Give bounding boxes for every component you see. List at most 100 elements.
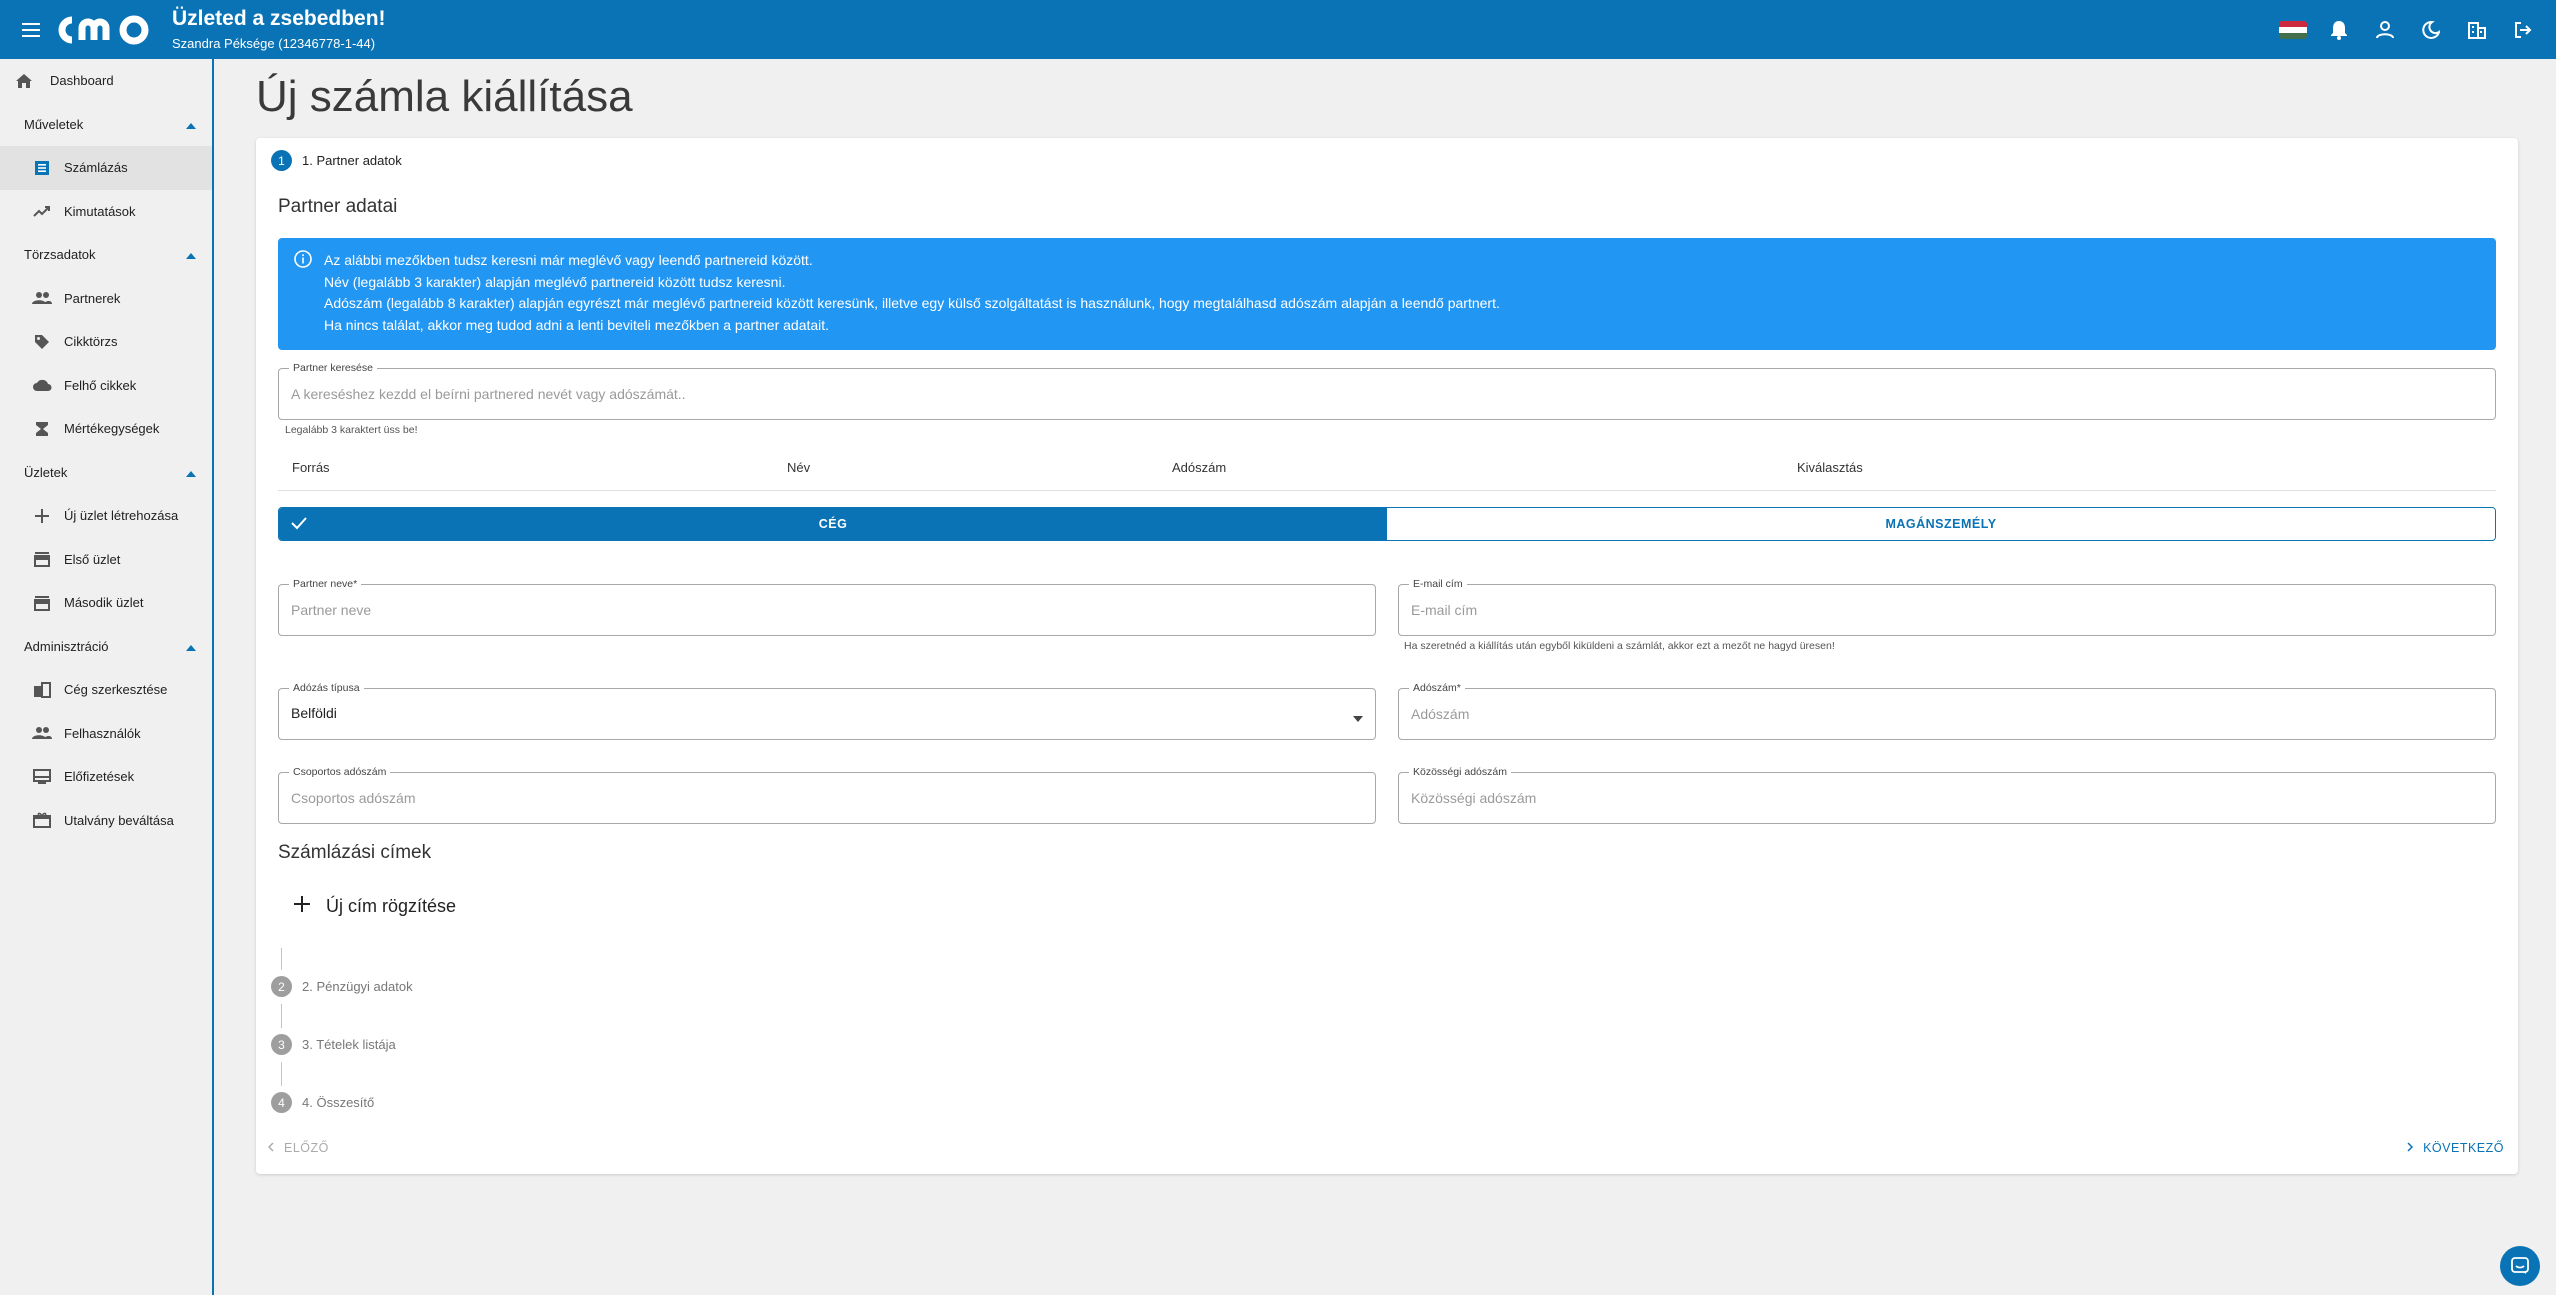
logout-icon[interactable] [2500,7,2546,53]
partner-search-input[interactable] [291,369,2483,419]
toggle-private-button[interactable]: MAGÁNSZEMÉLY [1387,508,2495,540]
group-tax-field[interactable]: Csoportos adószám [278,765,1376,824]
sidebar-item-label: Cikktörzs [64,334,118,350]
step-1[interactable]: 1 1. Partner adatok [271,150,402,171]
info-alert: Az alábbi mezőkben tudsz keresni már meg… [278,238,2496,350]
list-icon [32,158,52,178]
sidebar-item-partnerek[interactable]: Partnerek [0,277,212,321]
search-hint: Legalább 3 karaktert üss be! [285,424,418,436]
user-icon[interactable] [2362,7,2408,53]
sidebar-item-label: Cég szerkesztése [64,682,168,698]
plus-icon [32,506,52,526]
sidebar-item-utalvany[interactable]: Utalvány beváltása [0,799,212,843]
dropdown-arrow-icon [1353,709,1363,727]
sidebar-item-felho-cikkek[interactable]: Felhő cikkek [0,364,212,408]
field-label: Adózás típusa [289,681,364,695]
previous-button[interactable]: ELŐZŐ [267,1141,329,1155]
sidebar-item-label: Előfizetések [64,769,135,785]
sidebar-item-kimutatasok[interactable]: Kimutatások [0,190,212,234]
sidebar-section-torzsadatok[interactable]: Törzsadatok [0,233,212,277]
page-title: Új számla kiállítása [256,72,633,121]
partner-name-input[interactable] [291,585,1363,635]
step-label: 2. Pénzügyi adatok [302,979,413,994]
sidebar-section-label: Üzletek [24,464,68,480]
plus-icon [294,896,310,917]
email-hint: Ha szeretnéd a kiállítás után egyből kik… [1404,640,1835,652]
email-input[interactable] [1411,585,2483,635]
partner-name-field[interactable]: Partner neve* [278,577,1376,636]
step-label: 4. Összesítő [302,1095,375,1110]
sidebar-item-cikktorzs[interactable]: Cikktörzs [0,320,212,364]
sidebar-item-ceg-szerkesztese[interactable]: Cég szerkesztése [0,668,212,712]
building-icon[interactable] [2454,7,2500,53]
tax-number-field[interactable]: Adószám* [1398,681,2496,740]
partner-search-field[interactable]: Partner keresése [278,361,2496,420]
subscription-icon [32,767,52,787]
sidebar-item-elofizetesek[interactable]: Előfizetések [0,755,212,799]
step-3[interactable]: 3 3. Tételek listája [271,1034,396,1055]
sidebar-item-label: Második üzlet [64,595,144,611]
chevron-up-icon [186,117,196,132]
sidebar-item-label: Számlázás [64,160,128,176]
voucher-icon [32,810,52,830]
sidebar-section-uzletek[interactable]: Üzletek [0,451,212,495]
store-icon [32,593,52,613]
sidebar-item-mertekegysegek[interactable]: Mértékegységek [0,407,212,451]
eu-tax-input[interactable] [1411,773,2483,823]
column-header-adoszam: Adószám [1172,460,1227,475]
sidebar-item-masodik-uzlet[interactable]: Második üzlet [0,581,212,625]
top-app-bar: Üzleted a zsebedben! Szandra Péksége (12… [0,0,2556,59]
chevron-up-icon [186,465,196,480]
sidebar-item-dashboard[interactable]: Dashboard [0,59,212,103]
sidebar-item-label: Utalvány beváltása [64,812,174,828]
sidebar-item-label: Felhő cikkek [64,377,137,393]
company-edit-icon [32,680,52,700]
tax-number-input[interactable] [1411,689,2483,739]
column-header-kivalasztas: Kiválasztás [1797,460,1863,475]
toggle-label: MAGÁNSZEMÉLY [1885,517,1997,531]
sidebar-section-muveletek[interactable]: Műveletek [0,103,212,147]
tax-type-select[interactable]: Adózás típusa Belföldi [278,681,1376,740]
sidebar-section-adminisztracio[interactable]: Adminisztráció [0,625,212,669]
previous-label: ELŐZŐ [284,1141,329,1155]
cmo-logo[interactable] [56,10,160,50]
next-label: KÖVETKEZŐ [2423,1141,2504,1155]
moon-icon[interactable] [2408,7,2454,53]
step-connector [281,948,282,970]
table-divider [278,490,2496,491]
menu-icon[interactable] [16,15,46,45]
toggle-company-button[interactable]: CÉG [279,508,1387,540]
store-icon [32,549,52,569]
sidebar-item-label: Mértékegységek [64,421,160,437]
sidebar-section-label: Műveletek [24,116,84,132]
step-number: 2 [271,976,292,997]
sidebar-item-label: Kimutatások [64,203,136,219]
flag-hu-icon[interactable] [2270,7,2316,53]
step-number: 3 [271,1034,292,1055]
sidebar-item-szamlazas[interactable]: Számlázás [0,146,212,190]
people-icon [32,288,52,308]
column-header-nev: Név [787,460,811,475]
bell-icon[interactable] [2316,7,2362,53]
tax-type-value: Belföldi [291,705,337,721]
tag-icon [32,332,52,352]
step-label: 1. Partner adatok [302,153,402,168]
toggle-label: CÉG [818,517,848,531]
eu-tax-field[interactable]: Közösségi adószám [1398,765,2496,824]
sidebar-section-label: Törzsadatok [24,247,96,263]
email-field[interactable]: E-mail cím [1398,577,2496,636]
group-tax-input[interactable] [291,773,1363,823]
sidebar-item-elso-uzlet[interactable]: Első üzlet [0,538,212,582]
home-icon [14,71,34,91]
sidebar-item-felhasznalok[interactable]: Felhasználók [0,712,212,756]
step-number: 1 [271,150,292,171]
next-button[interactable]: KÖVETKEZŐ [2407,1141,2504,1155]
alert-text: Az alábbi mezőkben tudsz keresni már meg… [324,250,1500,336]
sidebar-item-uj-uzlet[interactable]: Új üzlet létrehozása [0,494,212,538]
step-4[interactable]: 4 4. Összesítő [271,1092,374,1113]
sidebar-item-label: Felhasználók [64,725,141,741]
step-2[interactable]: 2 2. Pénzügyi adatok [271,976,413,997]
alert-line: Az alábbi mezőkben tudsz keresni már meg… [324,252,813,268]
chat-icon[interactable] [2500,1246,2540,1286]
add-address-button[interactable]: Új cím rögzítése [294,896,456,917]
